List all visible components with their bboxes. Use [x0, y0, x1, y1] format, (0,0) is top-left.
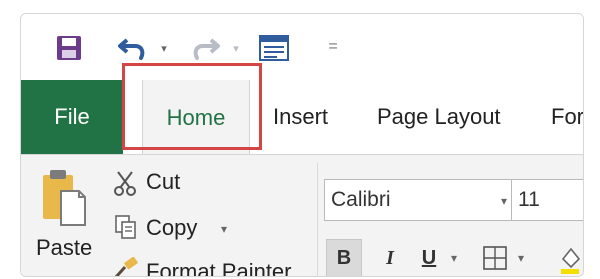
chevron-down-icon: ▾	[500, 194, 507, 208]
underline-button[interactable]: U	[414, 239, 444, 276]
font-size-select[interactable]: 11	[511, 179, 583, 221]
group-separator	[317, 163, 318, 276]
tab-file[interactable]: File	[21, 80, 123, 154]
paste-icon[interactable]	[39, 167, 89, 229]
underline-dropdown-icon[interactable]: ▾	[447, 251, 461, 265]
borders-icon[interactable]	[482, 245, 510, 273]
tab-page-layout[interactable]: Page Layout	[377, 80, 501, 154]
copy-button-label[interactable]: Copy	[146, 215, 197, 241]
borders-dropdown-icon[interactable]: ▾	[514, 251, 528, 265]
redo-icon[interactable]	[187, 33, 223, 63]
ribbon-tabs: File Home Insert Page Layout For	[21, 80, 583, 155]
paste-button-label[interactable]: Paste	[36, 235, 92, 261]
undo-icon[interactable]	[115, 33, 151, 63]
font-family-value: Calibri	[331, 188, 391, 211]
underline-label: U	[421, 246, 437, 269]
fill-color-icon[interactable]	[559, 245, 581, 275]
redo-dropdown-icon[interactable]: ▾	[229, 40, 243, 56]
undo-dropdown-icon[interactable]: ▾	[157, 40, 171, 56]
copy-icon[interactable]	[114, 214, 138, 240]
font-family-select[interactable]: Calibri ▾	[324, 179, 512, 221]
ribbon-home-panel: Paste Cut Copy ▾ Format Painter Calibri …	[21, 154, 583, 276]
copy-dropdown-icon[interactable]: ▾	[221, 222, 227, 236]
format-painter-button-label[interactable]: Format Painter	[146, 259, 292, 276]
form-icon[interactable]	[258, 34, 290, 62]
bold-button[interactable]: B	[326, 239, 362, 276]
cut-button-label[interactable]: Cut	[146, 169, 180, 195]
excel-window: ▾ ▾ = File Home Insert Page Layout For P…	[20, 13, 584, 277]
font-size-value: 11	[518, 188, 540, 211]
tab-insert[interactable]: Insert	[273, 80, 328, 154]
format-painter-icon[interactable]	[113, 256, 139, 276]
tab-formulas[interactable]: For	[551, 80, 583, 154]
cut-icon[interactable]	[113, 170, 137, 196]
save-icon[interactable]	[55, 34, 83, 62]
quick-access-toolbar: ▾ ▾ =	[21, 14, 583, 80]
customize-toolbar-icon[interactable]: =	[323, 36, 343, 58]
bold-label: B	[336, 246, 352, 269]
italic-label: I	[386, 246, 394, 269]
italic-button[interactable]: I	[375, 239, 405, 276]
tab-home[interactable]: Home	[142, 80, 250, 155]
